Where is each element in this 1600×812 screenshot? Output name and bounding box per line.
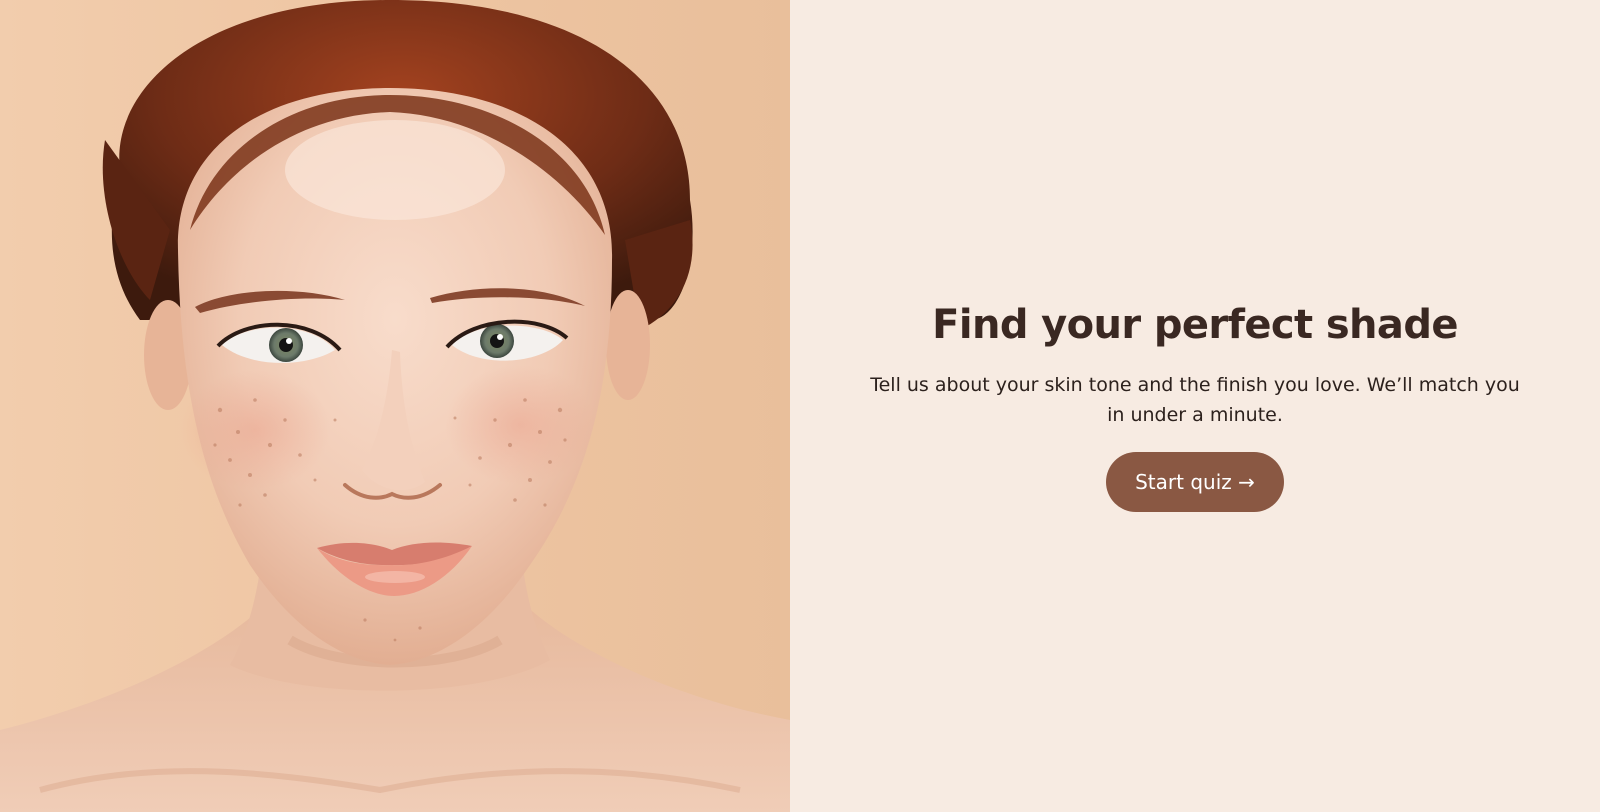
hero-subtext: Tell us about your skin tone and the fin…: [870, 374, 1520, 426]
landing-page: Find your perfect shade Tell us about yo…: [0, 0, 1600, 812]
hero-headline: Find your perfect shade: [932, 302, 1458, 348]
portrait-illustration: [0, 0, 790, 812]
start-quiz-button[interactable]: Start quiz →: [1106, 452, 1284, 512]
hero-portrait-photo: [0, 0, 790, 812]
hero-text-block: Find your perfect shade Tell us about yo…: [790, 296, 1600, 512]
hero-content-panel: Find your perfect shade Tell us about yo…: [790, 0, 1600, 812]
